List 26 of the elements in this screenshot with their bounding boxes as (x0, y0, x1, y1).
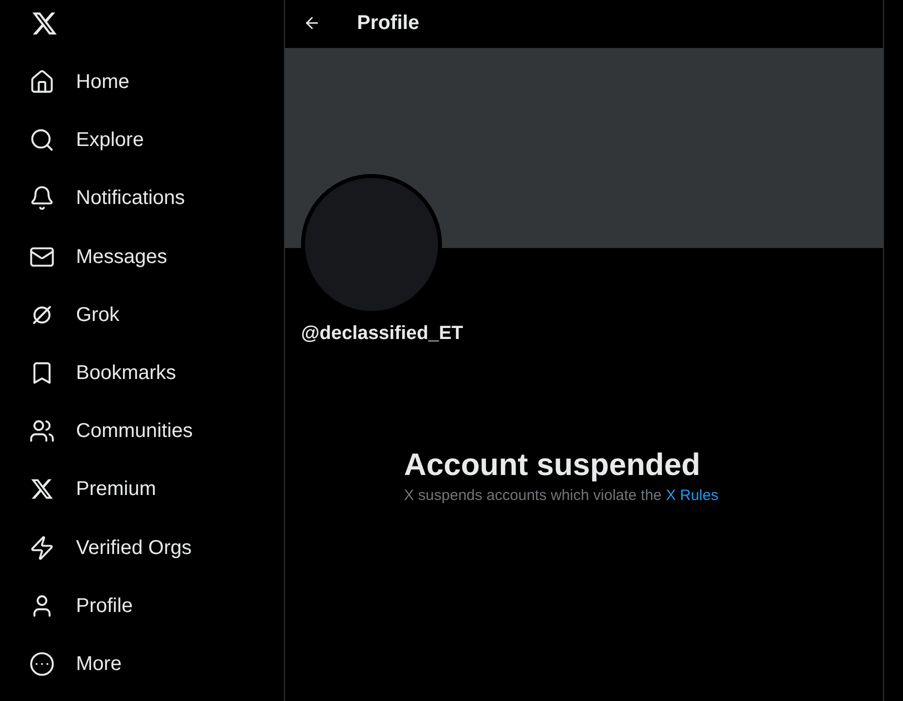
search-icon (29, 127, 55, 154)
x-logo-icon (31, 10, 58, 36)
sidebar-item[interactable]: Verified Orgs (29, 518, 284, 577)
back-button[interactable] (303, 14, 321, 32)
people-icon (29, 418, 55, 444)
x-logo-icon (30, 477, 54, 502)
home-icon (29, 69, 55, 96)
x-logo[interactable] (31, 10, 58, 36)
more-icon (29, 650, 55, 677)
sidebar-item[interactable]: Messages (29, 228, 284, 286)
sidebar-item[interactable]: Premium (29, 460, 284, 518)
sidebar-item[interactable]: Grok (29, 286, 284, 344)
sidebar-item[interactable]: Explore (29, 111, 284, 170)
lightning-icon (29, 534, 55, 561)
rules-link[interactable]: X Rules (666, 486, 718, 504)
suspended-title: Account suspended (404, 446, 702, 484)
page-title: Profile (357, 11, 420, 36)
sidebar-item[interactable]: Profile (29, 576, 284, 635)
sidebar-item[interactable]: Notifications (29, 169, 284, 228)
username: @declassified_ET (300, 322, 464, 346)
suspended-message: X suspends accounts which violate the X Rules (404, 486, 720, 506)
sidebar-item[interactable]: More (29, 634, 284, 694)
sidebar-item[interactable]: Home (29, 53, 284, 112)
bell-icon (29, 185, 55, 212)
sidebar-item[interactable]: Communities (29, 402, 284, 460)
sidebar-item[interactable]: Bookmarks (29, 344, 284, 402)
